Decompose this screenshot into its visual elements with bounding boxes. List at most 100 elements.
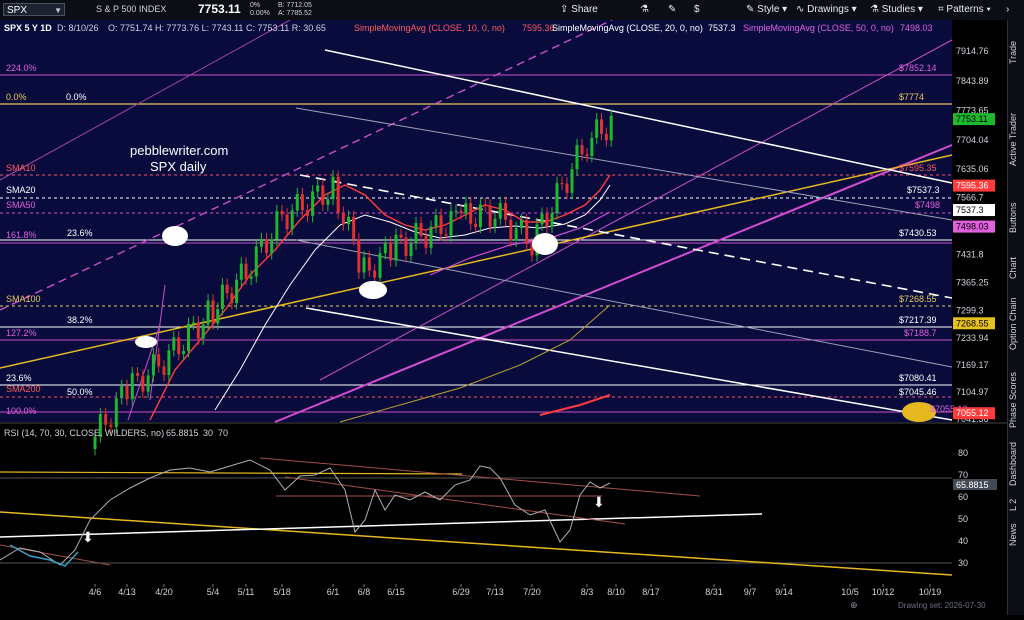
candle-body xyxy=(151,354,155,376)
pin-icon[interactable]: ✎ xyxy=(668,3,676,17)
candle-body xyxy=(187,323,190,352)
sidebar-tab-dashboard[interactable]: Dashboard xyxy=(1008,430,1024,498)
candle-body xyxy=(239,263,243,280)
rsi-legend-30: 30 xyxy=(203,428,213,438)
sidebar-tab-option-chain[interactable]: Option Chain xyxy=(1008,284,1024,364)
time-axis-label: 6/1 xyxy=(327,587,340,597)
price-axis-label: 7233.94 xyxy=(956,333,989,343)
candle-body xyxy=(474,223,478,228)
dollar-icon[interactable]: $ xyxy=(694,3,700,17)
candle-body xyxy=(519,219,523,228)
level-value-label: $7188.7 xyxy=(904,328,937,338)
candle-body xyxy=(235,279,239,304)
candle-body xyxy=(341,212,345,225)
time-axis-label: 9/14 xyxy=(775,587,793,597)
price-axis-label: 7169.17 xyxy=(956,360,989,370)
price-axis-label: 7843.89 xyxy=(956,76,989,86)
candle-body xyxy=(570,169,574,193)
candle-body xyxy=(206,300,210,325)
share-button[interactable]: ⇪ Share xyxy=(560,3,598,17)
drawings-button[interactable]: ∿ Drawings ▾ xyxy=(796,3,857,17)
candle-body xyxy=(336,176,340,213)
sma50-legend-val: 7498.03 xyxy=(900,23,933,33)
rsi-legend-70: 70 xyxy=(218,428,228,438)
level-label: SMA10 xyxy=(6,163,36,173)
drawings-icon: ∿ xyxy=(796,4,805,15)
highlight-marker xyxy=(162,226,188,246)
change-readout: 0% 0.00% xyxy=(250,2,270,17)
ohlc-readout: O: 7751.74 H: 7773.76 L: 7743.11 C: 7753… xyxy=(108,23,326,33)
candle-body xyxy=(177,337,181,355)
candle-body xyxy=(182,351,186,355)
candle-body xyxy=(459,210,463,214)
candle-body xyxy=(504,203,508,220)
candle-body xyxy=(399,234,403,238)
candle-body xyxy=(464,203,468,214)
price-axis-label: 7566.7 xyxy=(956,193,984,203)
sidebar-tab-active-trader[interactable]: Active Trader xyxy=(1008,98,1024,180)
bid-ask: B: 7712.05 A: 7785.52 xyxy=(278,2,312,17)
time-axis-label: 5/11 xyxy=(238,587,255,597)
candle-body xyxy=(429,226,433,248)
price-chart[interactable]: pebblewriter.com SPX daily SPX 5 Y 1D D:… xyxy=(0,19,1007,615)
candle-body xyxy=(270,239,274,254)
watermark-site: pebblewriter.com xyxy=(130,143,228,158)
candle-body xyxy=(469,203,473,224)
candle-body xyxy=(211,300,215,324)
sma10-price-tag-text: 7595.36 xyxy=(956,181,989,191)
candle-body xyxy=(265,239,269,254)
candle-body xyxy=(146,375,150,392)
sma50-legend: SimpleMovingAvg (CLOSE, 50, 0, no) xyxy=(743,23,894,33)
sma20-price-tag-text: 7537.3 xyxy=(956,205,984,215)
candle-body xyxy=(300,194,304,211)
candle-body xyxy=(352,216,356,240)
patterns-button[interactable]: ⌗ Patterns ▾ xyxy=(938,3,991,17)
scroll-right-icon[interactable]: › xyxy=(1006,3,1009,17)
candle-body xyxy=(244,263,248,279)
sidebar-tab-trade[interactable]: Trade xyxy=(1008,30,1024,75)
candle-body xyxy=(367,257,371,271)
down-arrow-icon: ⬇ xyxy=(593,494,605,510)
candle-body xyxy=(449,211,453,236)
patterns-icon: ⌗ xyxy=(938,4,944,15)
sidebar-tab-chart[interactable]: Chart xyxy=(1008,248,1024,288)
chart-area[interactable]: pebblewriter.com SPX daily SPX 5 Y 1D D:… xyxy=(0,19,1007,615)
candle-body xyxy=(439,215,443,235)
chevron-down-icon[interactable]: ▼ xyxy=(54,4,62,17)
price-axis-label: 7365.25 xyxy=(956,278,989,288)
candle-body xyxy=(230,293,234,304)
level-value-label: $7498 xyxy=(915,200,940,210)
time-axis-label: 6/8 xyxy=(358,587,371,597)
candle-body xyxy=(280,211,284,215)
candle-body xyxy=(93,436,97,450)
flask-icon[interactable]: ⚗ xyxy=(640,3,649,17)
candle-body xyxy=(545,213,549,227)
level-label: 224.0% xyxy=(6,63,37,73)
sma10-legend: SimpleMovingAvg (CLOSE, 10, 0, no) xyxy=(354,23,505,33)
sidebar-tab-l2[interactable]: L 2 xyxy=(1008,490,1024,520)
candle-body xyxy=(362,257,366,273)
symbol-field[interactable]: SPX ▼ xyxy=(3,3,65,16)
level-value-label: $7045.46 xyxy=(899,387,937,397)
candle-body xyxy=(295,194,299,211)
sidebar-tab-buttons[interactable]: Buttons xyxy=(1008,192,1024,244)
time-axis-label: 7/13 xyxy=(486,587,504,597)
last-price: 7753.11 xyxy=(198,2,241,16)
sidebar-tab-phase-scores[interactable]: Phase Scores xyxy=(1008,360,1024,440)
candle-body xyxy=(331,176,335,200)
studies-button[interactable]: ⚗ Studies ▾ xyxy=(870,3,923,17)
candle-body xyxy=(157,354,161,367)
style-button[interactable]: ✎ Style ▾ xyxy=(746,3,787,17)
chart-date: D: 8/10/26 xyxy=(57,23,99,33)
candle-body xyxy=(373,270,377,278)
sidebar-tab-news[interactable]: News xyxy=(1008,520,1024,550)
candle-body xyxy=(609,115,613,141)
candle-body xyxy=(357,239,361,273)
zoom-icon[interactable]: ⊕ xyxy=(850,600,858,610)
rsi-axis-label: 60 xyxy=(958,492,968,502)
candle-body xyxy=(285,214,289,230)
rsi-value-tag-text: 65.8815 xyxy=(956,480,989,490)
down-arrow-icon: ⬇ xyxy=(82,529,94,545)
candle-body xyxy=(550,213,554,227)
price-axis-label: 7914.76 xyxy=(956,46,989,56)
